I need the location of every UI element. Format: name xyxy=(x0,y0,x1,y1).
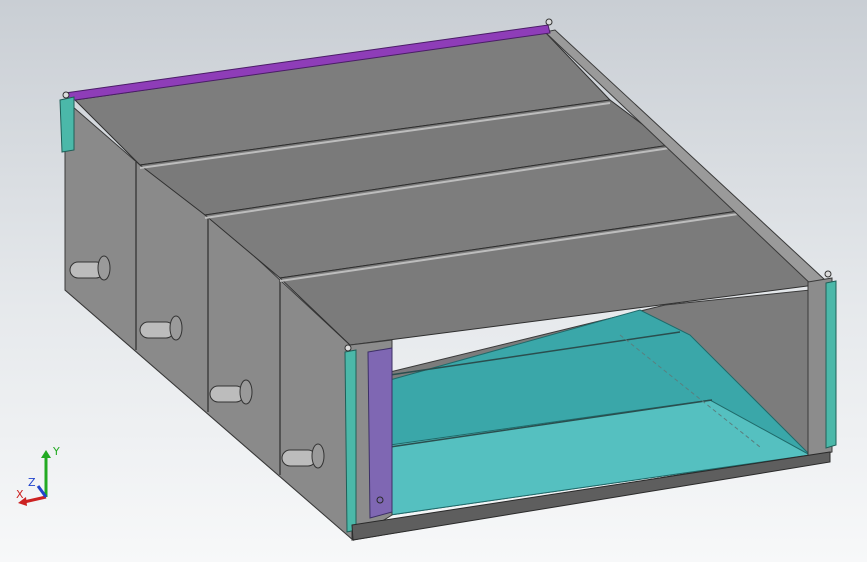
cad-viewport[interactable]: Y X Z xyxy=(0,0,867,562)
far-green-rail xyxy=(59,96,75,153)
y-axis-label: Y xyxy=(52,445,60,458)
purple-end-post xyxy=(367,347,393,519)
near-green-rail xyxy=(344,349,357,533)
x-axis-label: X xyxy=(16,488,24,501)
view-orientation-triad[interactable]: Y X Z xyxy=(14,442,74,512)
lifting-lug-2 xyxy=(545,18,553,26)
right-green-rail xyxy=(825,280,837,449)
y-arrowhead-icon xyxy=(41,450,51,458)
x-axis-icon xyxy=(23,495,47,504)
lifting-lug-4 xyxy=(344,344,352,352)
lifting-lug-3 xyxy=(824,270,832,278)
duct-section-model[interactable] xyxy=(0,0,867,562)
lifting-lug-1 xyxy=(62,91,70,99)
z-axis-label: Z xyxy=(28,476,36,489)
